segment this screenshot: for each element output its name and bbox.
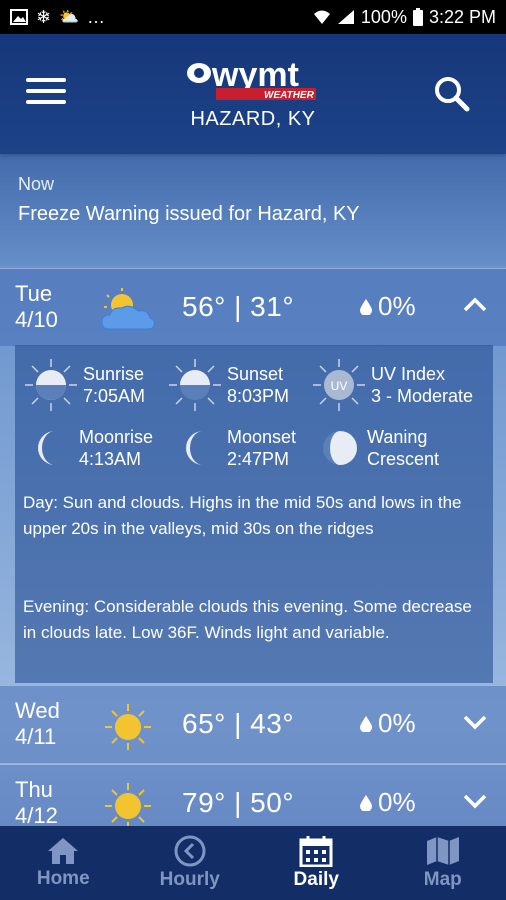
clock-icon [174, 835, 206, 867]
search-button[interactable] [432, 74, 472, 114]
precip-chance: 0% [360, 291, 416, 322]
day-forecast-text: Day: Sun and clouds. Highs in the mid 50… [23, 493, 462, 538]
raindrop-icon [360, 794, 372, 811]
bottom-nav: Home Hourly Daily Map [0, 826, 506, 900]
moonrise-stat: Moonrise 4:13AM [29, 425, 153, 471]
moon-crescent-icon [38, 431, 55, 465]
day-row-tue[interactable]: Tue 4/10 56° | 31° 0% [0, 268, 506, 346]
day-temps: 79° | 50° [182, 787, 295, 818]
snowflake-icon: ❄ [36, 6, 52, 27]
menu-icon-bar [26, 100, 66, 104]
weather-alert[interactable]: Now Freeze Warning issued for Hazard, KY [0, 154, 506, 266]
chevron-down-icon[interactable] [462, 791, 488, 811]
menu-icon-bar [26, 78, 66, 82]
moonset-stat: Moonset 2:47PM [177, 425, 296, 471]
map-icon [426, 837, 459, 865]
wifi-icon [313, 10, 330, 24]
day-detail-panel: Sunrise 7:05AM Sunset 8:03PM UV UV Index 3 … [15, 345, 493, 683]
nav-home[interactable]: Home [0, 826, 127, 900]
menu-button[interactable] [26, 78, 66, 108]
uv-index-stat: UV UV Index 3 - Moderate [311, 357, 473, 413]
day-label: Wed 4/11 [15, 698, 60, 749]
day-temps: 56° | 31° [182, 291, 295, 322]
search-icon [435, 77, 470, 112]
sunset-icon [169, 359, 221, 411]
day-temps: 65° | 43° [182, 708, 295, 739]
nav-map[interactable]: Map [380, 826, 506, 900]
precip-chance: 0% [360, 708, 416, 739]
signal-icon [337, 10, 354, 24]
alert-text: Freeze Warning issued for Hazard, KY [18, 203, 360, 225]
precip-chance: 0% [360, 787, 416, 818]
sunrise-icon [25, 359, 77, 411]
day-label: Thu 4/12 [15, 777, 58, 828]
chevron-up-icon[interactable] [462, 295, 488, 315]
alert-time-label: Now [18, 174, 55, 194]
station-logo: wymt WEATHER [186, 56, 320, 102]
chevron-down-icon[interactable] [462, 712, 488, 732]
raindrop-icon [360, 715, 372, 732]
evening-forecast-text: Evening: Considerable clouds this evenin… [23, 597, 472, 642]
svg-text:WEATHER: WEATHER [264, 90, 315, 101]
partly-cloudy-icon [101, 288, 155, 330]
location-label[interactable]: HAZARD, KY [0, 108, 506, 131]
sunny-icon [105, 783, 151, 829]
uv-icon: UV [313, 359, 365, 411]
status-bar: ❄ ⛅ … 100% 3:22 PM [0, 0, 506, 34]
sunny-icon [105, 704, 151, 750]
waning-moon-icon [323, 431, 357, 465]
more-icon: … [87, 6, 106, 27]
moon-phase-stat: Waning Crescent [317, 425, 439, 471]
svg-text:UV: UV [331, 379, 348, 393]
calendar-icon [299, 836, 333, 867]
sunset-stat: Sunset 8:03PM [167, 357, 289, 413]
nav-hourly[interactable]: Hourly [127, 826, 254, 900]
raindrop-icon [360, 298, 372, 315]
day-row-wed[interactable]: Wed 4/11 65° | 43° 0% [0, 685, 506, 763]
clock-text: 3:22 PM [428, 6, 496, 27]
nav-daily[interactable]: Daily [253, 826, 380, 900]
cloud-sun-icon: ⛅ [59, 9, 80, 26]
moon-crescent-icon [186, 431, 203, 465]
image-icon [10, 9, 28, 25]
day-label: Tue 4/10 [15, 281, 58, 332]
battery-text: 100% [360, 6, 407, 27]
menu-icon-bar [26, 89, 66, 93]
battery-icon [412, 8, 423, 26]
home-icon [48, 838, 79, 864]
app-header: wymt WEATHER HAZARD, KY [0, 34, 506, 154]
sunrise-stat: Sunrise 7:05AM [23, 357, 145, 413]
